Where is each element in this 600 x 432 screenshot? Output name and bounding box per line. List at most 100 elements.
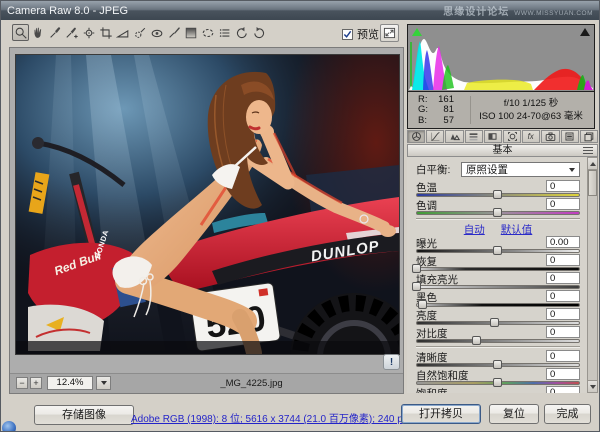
tab-tone-curve[interactable] bbox=[426, 130, 444, 143]
slider-track[interactable] bbox=[416, 211, 580, 215]
scroll-down-button[interactable] bbox=[588, 380, 597, 392]
spot-removal-tool[interactable] bbox=[131, 24, 148, 41]
aperture-shutter-label: f/10 1/125 秒 bbox=[472, 97, 590, 110]
vibrance-value-field[interactable]: 0 bbox=[546, 368, 580, 380]
zoom-level-dropdown-button[interactable] bbox=[96, 376, 111, 390]
blacks-value-field[interactable]: 0 bbox=[546, 290, 580, 302]
ellipse-icon bbox=[201, 26, 215, 40]
processing-warning-button[interactable]: ! bbox=[383, 354, 400, 370]
histogram-plot bbox=[409, 32, 593, 90]
magnifier-icon bbox=[14, 26, 28, 40]
fill-light-value-field[interactable]: 0 bbox=[546, 272, 580, 284]
eye-icon bbox=[150, 26, 164, 40]
auto-link[interactable]: 自动 bbox=[464, 222, 485, 237]
tab-effects[interactable]: fx bbox=[522, 130, 540, 143]
temperature-value-field[interactable]: 0 bbox=[546, 180, 580, 192]
slider-track[interactable] bbox=[416, 321, 580, 325]
triangle-down-icon bbox=[590, 385, 596, 389]
aperture-icon bbox=[411, 131, 422, 142]
slider-track[interactable] bbox=[416, 249, 580, 253]
clarity-slider-row: 清晰度 0 bbox=[416, 350, 580, 368]
color-sampler-tool[interactable] bbox=[63, 24, 80, 41]
zoom-level-field[interactable]: 12.4% bbox=[47, 376, 93, 390]
titlebar[interactable]: Camera Raw 8.0 - JPEG 思缘设计论坛 WWW.MISSYUA… bbox=[1, 1, 599, 20]
tab-presets[interactable] bbox=[561, 130, 579, 143]
slider-track[interactable] bbox=[416, 193, 580, 197]
crop-icon bbox=[99, 26, 113, 40]
default-link[interactable]: 默认值 bbox=[501, 222, 533, 237]
target-icon bbox=[82, 26, 96, 40]
tint-value-field[interactable]: 0 bbox=[546, 198, 580, 210]
adjustment-brush-tool[interactable] bbox=[165, 24, 182, 41]
b-row: B:57 bbox=[418, 116, 454, 126]
vibrance-slider-row: 自然饱和度 0 bbox=[416, 368, 580, 386]
slider-track[interactable] bbox=[416, 267, 580, 271]
tab-snapshots[interactable] bbox=[580, 130, 598, 143]
contrast-value-field[interactable]: 0 bbox=[546, 326, 580, 338]
filename-label: _MG_4225.jpg bbox=[120, 378, 383, 389]
hand-tool[interactable] bbox=[29, 24, 46, 41]
tab-detail[interactable] bbox=[445, 130, 463, 143]
exposure-value-field[interactable]: 0.00 bbox=[546, 236, 580, 248]
photo-illustration: DUNLOP Red Bull HONDA bbox=[16, 55, 399, 354]
white-balance-select[interactable]: 原照设置 bbox=[461, 162, 580, 177]
scrollbar-thumb[interactable] bbox=[588, 170, 597, 196]
slider-thumb[interactable] bbox=[493, 208, 502, 217]
tab-lens-corrections[interactable] bbox=[503, 130, 521, 143]
graduated-filter-tool[interactable] bbox=[182, 24, 199, 41]
gradient-square-icon bbox=[184, 26, 198, 40]
save-image-button[interactable]: 存储图像 bbox=[34, 405, 134, 425]
saturation-value-field[interactable]: 0 bbox=[546, 386, 580, 393]
split-tone-icon bbox=[487, 131, 498, 142]
photo-preview[interactable]: DUNLOP Red Bull HONDA bbox=[15, 54, 400, 355]
preview-checkbox[interactable]: 预览 bbox=[342, 26, 379, 42]
tab-basic[interactable] bbox=[407, 130, 425, 143]
watermark: 思缘设计论坛 WWW.MISSYUAN.COM bbox=[443, 3, 593, 18]
camera-raw-dialog: Camera Raw 8.0 - JPEG 思缘设计论坛 WWW.MISSYUA… bbox=[0, 0, 600, 432]
window-title: Camera Raw 8.0 - JPEG bbox=[7, 5, 128, 17]
targeted-adjustment-tool[interactable] bbox=[80, 24, 97, 41]
radial-filter-tool[interactable] bbox=[199, 24, 216, 41]
recovery-value-field[interactable]: 0 bbox=[546, 254, 580, 266]
workflow-options-link[interactable]: Adobe RGB (1998): 8 位; 5616 x 3744 (21.0… bbox=[131, 410, 391, 425]
white-balance-tool[interactable] bbox=[46, 24, 63, 41]
tab-camera-calibration[interactable] bbox=[541, 130, 559, 143]
slider-track[interactable] bbox=[416, 339, 580, 343]
open-copy-button[interactable]: 打开拷贝 bbox=[401, 404, 481, 424]
divider bbox=[470, 96, 471, 124]
panel-menu-icon[interactable] bbox=[583, 147, 593, 154]
zoom-tool[interactable] bbox=[12, 24, 29, 41]
temperature-slider-row: 色温 0 bbox=[416, 180, 580, 198]
clarity-value-field[interactable]: 0 bbox=[546, 350, 580, 362]
zoom-in-button[interactable]: + bbox=[30, 377, 42, 389]
iso-lens-label: ISO 100 24-70@63 毫米 bbox=[472, 110, 590, 123]
slider-track[interactable] bbox=[416, 303, 580, 307]
tint-slider-row: 色调 0 bbox=[416, 198, 580, 216]
chevron-down-icon bbox=[101, 381, 107, 385]
image-panel: DUNLOP Red Bull HONDA bbox=[9, 47, 404, 394]
zoom-out-button[interactable]: − bbox=[16, 377, 28, 389]
preferences-button[interactable] bbox=[216, 24, 233, 41]
crop-tool[interactable] bbox=[97, 24, 114, 41]
checkbox-box bbox=[342, 29, 353, 40]
fullscreen-toggle-button[interactable] bbox=[380, 24, 399, 42]
rotate-left-button[interactable] bbox=[233, 24, 250, 41]
exif-info: R:161 G:81 B:57 f/10 1/125 秒 ISO 100 24-… bbox=[407, 92, 595, 129]
tab-hsl-grayscale[interactable] bbox=[465, 130, 483, 143]
rotate-right-button[interactable] bbox=[250, 24, 267, 41]
reset-button[interactable]: 复位 bbox=[489, 404, 539, 424]
slider-thumb[interactable] bbox=[472, 336, 481, 345]
straighten-tool[interactable] bbox=[114, 24, 131, 41]
curve-icon bbox=[430, 131, 441, 142]
brightness-value-field[interactable]: 0 bbox=[546, 308, 580, 320]
lens-icon bbox=[507, 131, 518, 142]
slider-track[interactable] bbox=[416, 285, 580, 289]
done-button[interactable]: 完成 bbox=[544, 404, 591, 424]
contrast-slider-row: 对比度 0 bbox=[416, 326, 580, 344]
slider-track[interactable] bbox=[416, 381, 580, 385]
panel-scrollbar[interactable] bbox=[587, 157, 598, 393]
tab-split-toning[interactable] bbox=[484, 130, 502, 143]
slider-track[interactable] bbox=[416, 363, 580, 367]
scroll-up-button[interactable] bbox=[588, 158, 597, 170]
red-eye-removal-tool[interactable] bbox=[148, 24, 165, 41]
